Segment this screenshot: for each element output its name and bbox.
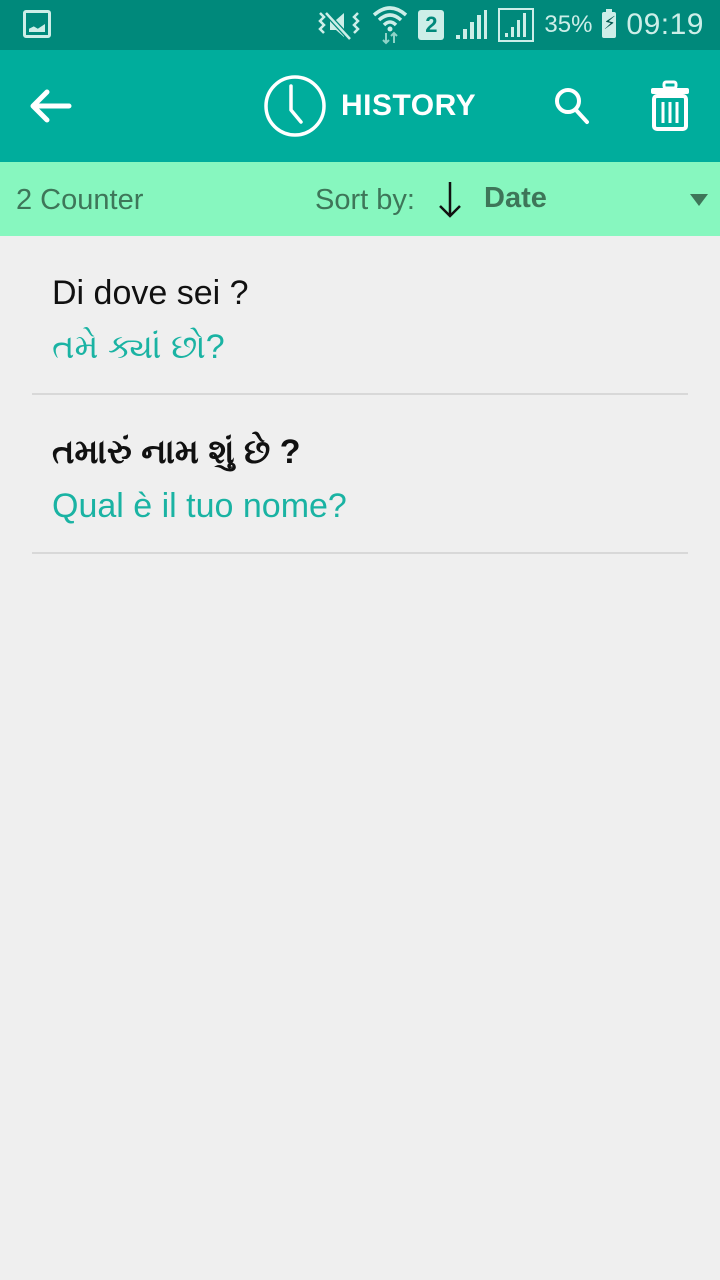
- sort-bar: 2 Counter Sort by: Date: [0, 162, 720, 236]
- delete-all-button[interactable]: [640, 74, 700, 138]
- clock-time: 09:19: [626, 8, 704, 41]
- gallery-icon: [23, 10, 51, 38]
- translation-text: તમે ક્યાં છો?: [52, 328, 225, 366]
- clock-icon: [264, 75, 326, 137]
- history-item[interactable]: તમારું નામ શું છે ? Qual è il tuo nome?: [32, 395, 688, 554]
- app-bar: HISTORY: [0, 50, 720, 162]
- history-item[interactable]: Di dove sei ? તમે ક્યાં છો?: [32, 236, 688, 395]
- title-group: HISTORY: [263, 74, 476, 138]
- trash-icon: [651, 80, 689, 131]
- arrow-left-icon: [30, 89, 72, 123]
- sim-2-icon: 2: [418, 10, 445, 40]
- wifi-icon: [373, 6, 408, 45]
- vibrate-mute-icon: [318, 11, 361, 41]
- back-button[interactable]: [20, 76, 80, 136]
- signal-icon: [456, 10, 488, 39]
- arrow-down-icon[interactable]: [436, 180, 464, 220]
- battery-percent: 35%: [544, 11, 593, 38]
- translation-text: Qual è il tuo nome?: [52, 487, 347, 525]
- status-icons: 2 35% ⚡ 09:19: [316, 0, 704, 50]
- battery-charging-icon: ⚡: [602, 9, 617, 38]
- status-bar: 2 35% ⚡ 09:19: [0, 0, 720, 50]
- source-text: તમારું નામ શું છે ?: [52, 433, 301, 471]
- search-button[interactable]: [544, 78, 600, 134]
- source-text: Di dove sei ?: [52, 274, 249, 312]
- page-title: HISTORY: [341, 89, 477, 122]
- history-counter: 2 Counter: [16, 184, 144, 216]
- sort-select[interactable]: Date: [484, 182, 547, 215]
- search-icon: [555, 88, 589, 124]
- signal-icon: [498, 8, 535, 42]
- sort-by-label: Sort by:: [315, 184, 415, 216]
- history-list: Di dove sei ? તમે ક્યાં છો? તમારું નામ શ…: [0, 236, 720, 554]
- triangle-down-icon[interactable]: [690, 194, 708, 206]
